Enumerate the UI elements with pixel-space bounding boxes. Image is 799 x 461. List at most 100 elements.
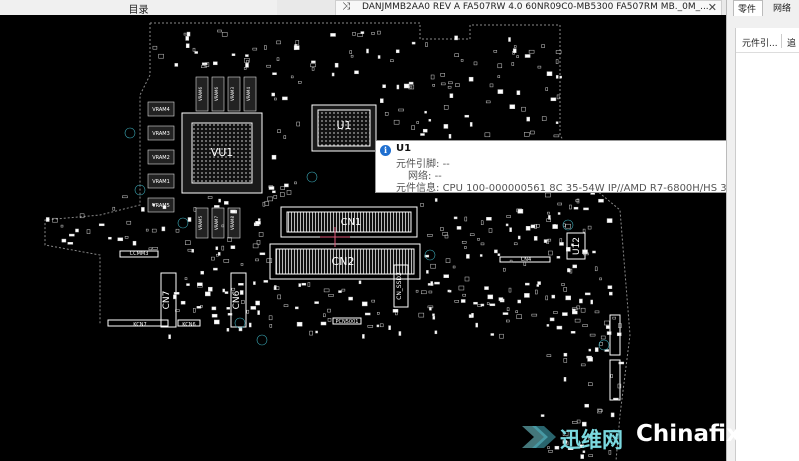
smd-component[interactable] bbox=[282, 96, 288, 101]
smd-component[interactable] bbox=[350, 54, 354, 58]
smd-component[interactable] bbox=[298, 81, 302, 84]
smd-component[interactable] bbox=[69, 233, 75, 237]
smd-component[interactable] bbox=[425, 42, 428, 47]
smd-component[interactable] bbox=[530, 224, 536, 229]
smd-component[interactable] bbox=[362, 334, 365, 339]
parts-list[interactable]: 元件引... 追 bbox=[735, 28, 799, 461]
smd-component[interactable] bbox=[408, 81, 414, 85]
smd-component[interactable] bbox=[616, 332, 622, 337]
smd-component[interactable] bbox=[610, 374, 613, 378]
smd-component[interactable] bbox=[460, 299, 466, 303]
toc-header[interactable]: 目录 bbox=[0, 0, 277, 16]
tab-parts[interactable]: 零件 bbox=[733, 0, 763, 16]
smd-component[interactable] bbox=[341, 288, 346, 292]
smd-component[interactable] bbox=[464, 276, 470, 282]
smd-component[interactable] bbox=[557, 202, 562, 206]
smd-component[interactable] bbox=[255, 300, 260, 306]
smd-component[interactable] bbox=[428, 290, 433, 294]
smd-component[interactable] bbox=[294, 181, 297, 185]
smd-component[interactable] bbox=[422, 128, 428, 133]
smd-component[interactable] bbox=[449, 93, 454, 98]
smd-component[interactable] bbox=[360, 31, 365, 34]
smd-component[interactable] bbox=[364, 312, 371, 316]
smd-component[interactable] bbox=[315, 330, 318, 334]
smd-component[interactable] bbox=[185, 240, 191, 245]
swap-icon[interactable]: ⤨ bbox=[342, 1, 350, 12]
smd-component[interactable] bbox=[252, 47, 258, 51]
smd-component[interactable] bbox=[443, 105, 449, 110]
smd-component[interactable] bbox=[211, 306, 217, 311]
smd-component[interactable] bbox=[255, 258, 259, 262]
smd-component[interactable] bbox=[411, 125, 415, 130]
smd-component[interactable] bbox=[547, 211, 550, 215]
smd-component[interactable] bbox=[525, 282, 530, 286]
smd-component[interactable] bbox=[266, 64, 271, 68]
smd-component[interactable] bbox=[283, 135, 287, 139]
smd-component[interactable] bbox=[489, 303, 496, 307]
smd-component[interactable] bbox=[533, 236, 538, 241]
smd-component[interactable] bbox=[366, 48, 369, 54]
smd-component[interactable] bbox=[453, 216, 458, 220]
smd-component[interactable] bbox=[430, 74, 435, 80]
smd-component[interactable] bbox=[607, 285, 613, 289]
smd-component[interactable] bbox=[276, 57, 280, 61]
smd-component[interactable] bbox=[448, 134, 452, 139]
smd-component[interactable] bbox=[490, 333, 495, 336]
smd-component[interactable] bbox=[238, 327, 243, 332]
smd-component[interactable] bbox=[264, 45, 267, 50]
smd-component[interactable] bbox=[185, 43, 190, 48]
smd-component[interactable] bbox=[454, 53, 459, 57]
board-canvas[interactable]: VU1 U1 CN1 CN2 U12 CN7 CN6 CN_SSD2 CN4 CCMM3 KCN7 K… bbox=[0, 15, 726, 461]
smd-component[interactable] bbox=[245, 63, 249, 68]
smd-component[interactable] bbox=[584, 403, 589, 408]
smd-component[interactable] bbox=[506, 319, 510, 323]
smd-component[interactable] bbox=[469, 122, 473, 127]
smd-component[interactable] bbox=[573, 206, 579, 210]
mounting-hole[interactable] bbox=[306, 171, 318, 183]
smd-component[interactable] bbox=[126, 220, 132, 225]
smd-component[interactable] bbox=[205, 291, 211, 297]
smd-component[interactable] bbox=[553, 311, 558, 314]
smd-component[interactable] bbox=[503, 267, 506, 272]
smd-component[interactable] bbox=[161, 226, 166, 232]
smd-component[interactable] bbox=[526, 116, 530, 122]
tab-nets[interactable]: 网络 bbox=[769, 0, 799, 16]
smd-component[interactable] bbox=[253, 281, 256, 285]
smd-component[interactable] bbox=[214, 319, 220, 325]
smd-component[interactable] bbox=[393, 119, 400, 125]
smd-component[interactable] bbox=[545, 87, 548, 91]
smd-component[interactable] bbox=[513, 242, 518, 246]
smd-component[interactable] bbox=[327, 318, 332, 322]
smd-component[interactable] bbox=[440, 73, 445, 77]
smd-component[interactable] bbox=[217, 29, 222, 33]
smd-component[interactable] bbox=[489, 83, 494, 88]
smd-component[interactable] bbox=[112, 206, 116, 211]
smd-component[interactable] bbox=[214, 205, 220, 208]
smd-component[interactable] bbox=[408, 84, 415, 90]
smd-component[interactable] bbox=[464, 114, 470, 118]
smd-component[interactable] bbox=[273, 195, 278, 199]
smd-component[interactable] bbox=[468, 76, 474, 82]
smd-component[interactable] bbox=[582, 324, 588, 327]
smd-component[interactable] bbox=[224, 291, 229, 294]
smd-component[interactable] bbox=[193, 207, 197, 212]
smd-component[interactable] bbox=[552, 224, 558, 229]
smd-component[interactable] bbox=[440, 82, 446, 86]
smd-component[interactable] bbox=[605, 325, 610, 329]
smd-component[interactable] bbox=[580, 363, 586, 367]
smd-component[interactable] bbox=[267, 196, 273, 202]
smd-component[interactable] bbox=[290, 75, 294, 79]
smd-component[interactable] bbox=[67, 242, 74, 245]
smd-component[interactable] bbox=[398, 108, 404, 112]
smd-component[interactable] bbox=[587, 357, 593, 362]
smd-component[interactable] bbox=[477, 238, 480, 241]
smd-component[interactable] bbox=[565, 295, 571, 301]
smd-component[interactable] bbox=[588, 382, 593, 386]
smd-component[interactable] bbox=[263, 280, 269, 283]
smd-component[interactable] bbox=[211, 313, 218, 318]
smd-component[interactable] bbox=[415, 289, 419, 293]
smd-component[interactable] bbox=[221, 32, 228, 37]
smd-component[interactable] bbox=[537, 281, 541, 285]
smd-component[interactable] bbox=[377, 312, 380, 315]
smd-component[interactable] bbox=[354, 70, 359, 75]
